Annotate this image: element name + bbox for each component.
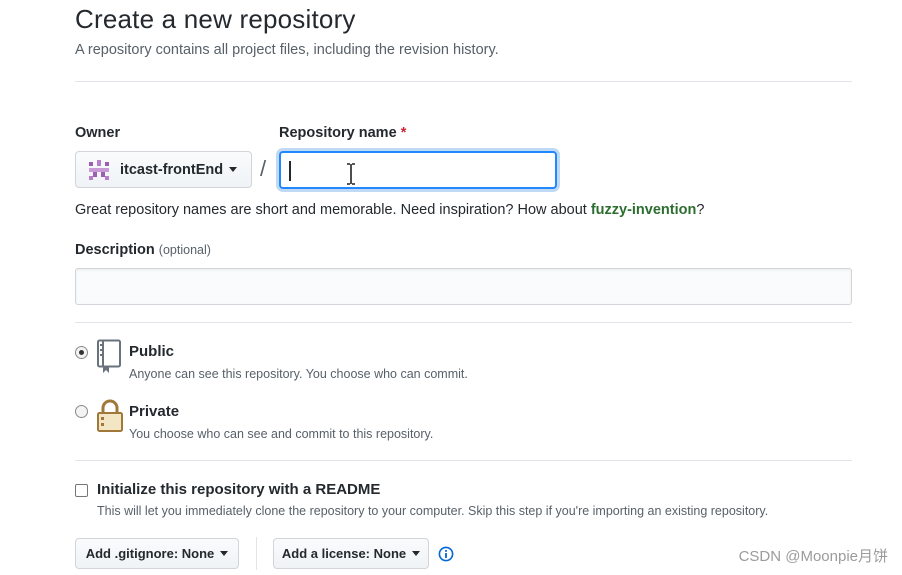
- gitignore-dropdown[interactable]: Add .gitignore: None: [75, 538, 239, 569]
- info-icon[interactable]: [438, 546, 454, 562]
- public-radio[interactable]: [75, 346, 88, 359]
- chevron-down-icon: [220, 551, 229, 556]
- repo-name-label-text: Repository name: [279, 125, 397, 141]
- public-note: Anyone can see this repository. You choo…: [129, 367, 468, 381]
- readme-checkbox[interactable]: [75, 484, 88, 497]
- page-subtitle: A repository contains all project files,…: [75, 42, 499, 58]
- repo-book-icon: [97, 339, 121, 373]
- ibeam-cursor-icon: [347, 163, 355, 185]
- watermark: CSDN @Moonpie月饼: [738, 548, 888, 565]
- divider-middle: [75, 322, 852, 323]
- optional-tag: (optional): [158, 243, 211, 257]
- readme-title: Initialize this repository with a README: [97, 481, 381, 498]
- repo-name-label: Repository name *: [279, 125, 406, 141]
- owner-repo-separator: /: [260, 156, 267, 181]
- public-title: Public: [129, 343, 175, 360]
- org-avatar-icon: [88, 159, 110, 181]
- gitignore-label: Add .gitignore: None: [85, 546, 215, 561]
- lock-icon: [97, 399, 123, 432]
- name-hint-end: ?: [696, 202, 705, 218]
- license-label: Add a license: None: [281, 546, 407, 561]
- text-cursor: [289, 161, 291, 181]
- chevron-down-icon: [412, 551, 421, 556]
- private-note: You choose who can see and commit to thi…: [129, 427, 434, 441]
- divider-lower: [75, 460, 852, 461]
- license-dropdown[interactable]: Add a license: None: [273, 538, 429, 569]
- name-suggestion-link[interactable]: fuzzy-invention: [591, 202, 697, 218]
- owner-label: Owner: [75, 125, 121, 141]
- button-separator: [256, 537, 257, 570]
- readme-note: This will let you immediately clone the …: [97, 504, 769, 518]
- chevron-down-icon: [229, 167, 238, 172]
- owner-name: itcast-frontEnd: [120, 161, 224, 178]
- required-mark: *: [400, 125, 407, 141]
- repository-name-input[interactable]: [279, 151, 557, 189]
- description-input[interactable]: [75, 268, 852, 305]
- owner-dropdown[interactable]: itcast-frontEnd: [75, 151, 252, 188]
- description-label-text: Description: [75, 242, 155, 258]
- private-radio[interactable]: [75, 405, 88, 418]
- name-hint-text: Great repository names are short and mem…: [75, 202, 591, 218]
- divider-top: [75, 81, 852, 82]
- description-label: Description (optional): [75, 242, 211, 258]
- private-title: Private: [129, 403, 180, 420]
- page-title: Create a new repository: [75, 4, 356, 34]
- name-hint: Great repository names are short and mem…: [75, 202, 704, 218]
